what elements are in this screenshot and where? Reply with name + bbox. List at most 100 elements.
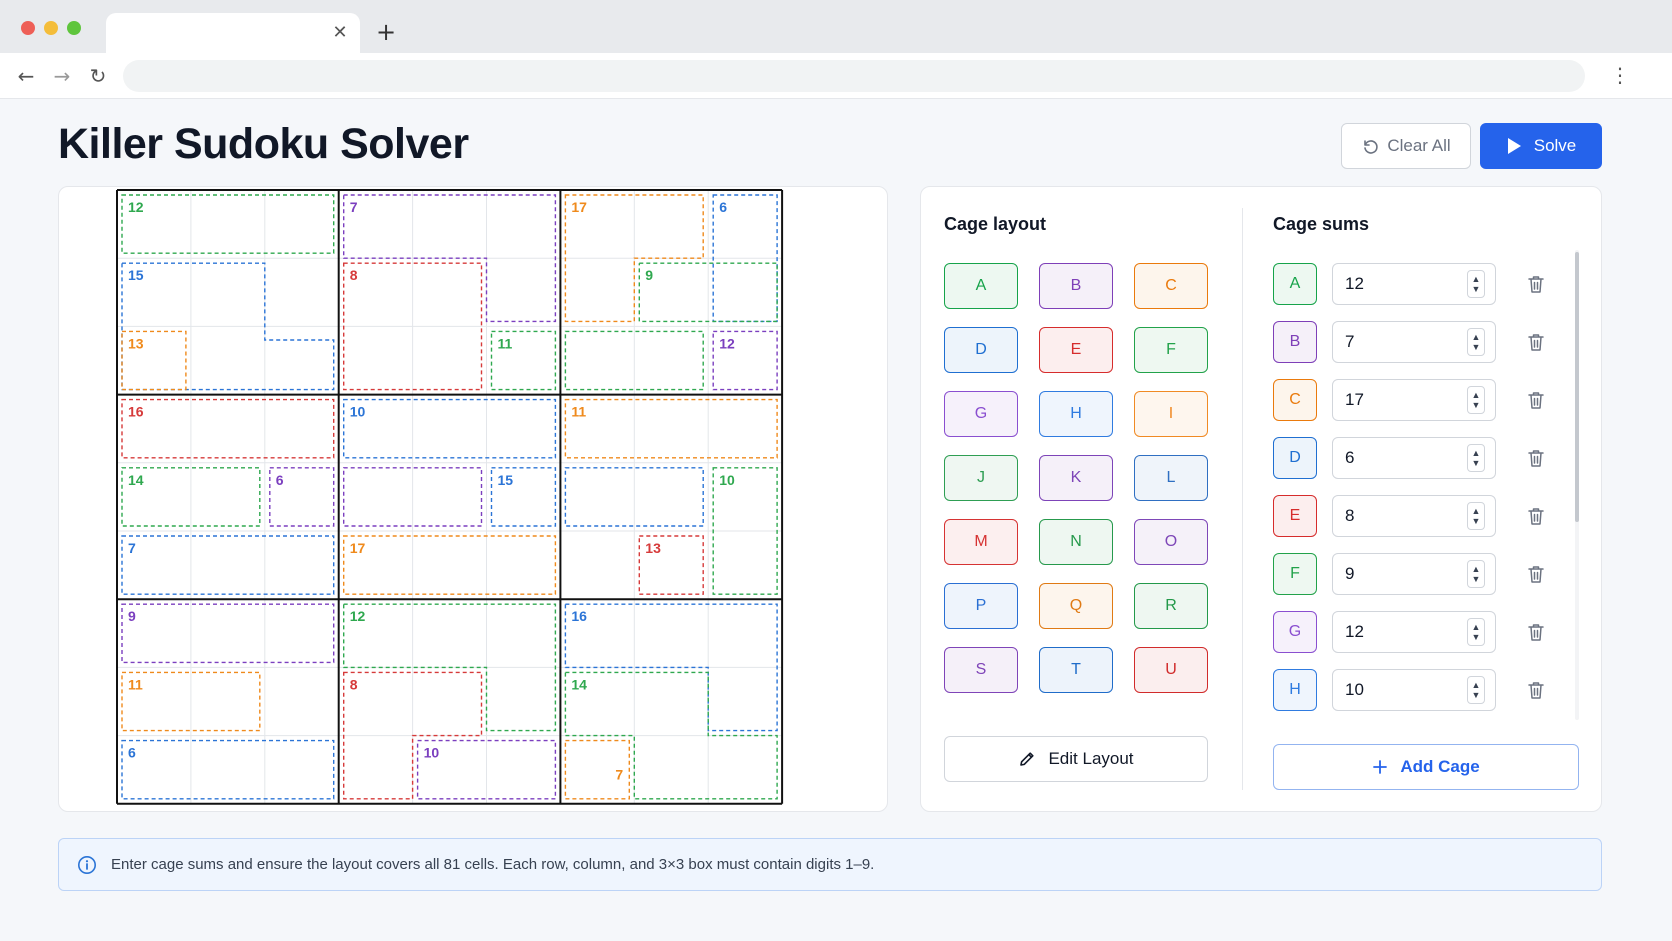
- number-stepper-icon[interactable]: ▲ ▼: [1467, 386, 1485, 414]
- clear-all-label: Clear All: [1387, 136, 1451, 155]
- solve-button[interactable]: Solve: [1480, 123, 1602, 169]
- info-banner: Enter cage sums and ensure the layout co…: [58, 838, 1602, 891]
- cage-button-h[interactable]: H: [1039, 391, 1113, 437]
- trash-icon[interactable]: [1527, 564, 1545, 584]
- cage-sum-value: 6: [1345, 448, 1355, 467]
- cage-button-o[interactable]: O: [1134, 519, 1208, 565]
- pencil-icon: [1020, 752, 1035, 766]
- cage-sum-row-b: B 7 ▲ ▼: [1273, 321, 1568, 363]
- trash-icon[interactable]: [1527, 622, 1545, 642]
- add-cage-label: Add Cage: [1400, 757, 1480, 776]
- cage-sum-label: 9: [128, 608, 136, 624]
- cage-sum-letter: G: [1273, 611, 1317, 653]
- new-tab-plus-icon[interactable]: +: [374, 20, 398, 44]
- browser-menu-icon[interactable]: ⋮: [1608, 64, 1632, 88]
- solve-label: Solve: [1533, 136, 1577, 155]
- cage-sum-row-a: A 12 ▲ ▼: [1273, 263, 1568, 305]
- killer-sudoku-board[interactable]: 12 7 17 6 15 8 9 13 11 12 16 10 11 14 6 15 10 7 17 13 9 12 16 1…: [115, 188, 828, 811]
- number-stepper-icon[interactable]: ▲ ▼: [1467, 618, 1485, 646]
- cage-button-l[interactable]: L: [1134, 455, 1208, 501]
- cage-button-i[interactable]: I: [1134, 391, 1208, 437]
- clear-all-button[interactable]: Clear All: [1341, 123, 1471, 169]
- cage-button-g[interactable]: G: [944, 391, 1018, 437]
- cage-sum-label: 13: [645, 540, 661, 556]
- number-stepper-icon[interactable]: ▲ ▼: [1467, 444, 1485, 472]
- cage-sum-label: 16: [128, 404, 144, 420]
- cage-sum-value: 12: [1345, 274, 1364, 293]
- info-text: Enter cage sums and ensure the layout co…: [111, 856, 875, 873]
- edit-layout-button[interactable]: Edit Layout: [944, 736, 1208, 782]
- cage-sum-label: 8: [350, 267, 358, 283]
- cage-sum-row-d: D 6 ▲ ▼: [1273, 437, 1568, 479]
- browser-tab[interactable]: ✕: [106, 13, 360, 53]
- cage-layout-title: Cage layout: [944, 214, 1047, 234]
- trash-icon[interactable]: [1527, 506, 1545, 526]
- cage-button-p[interactable]: P: [944, 583, 1018, 629]
- cage-button-q[interactable]: Q: [1039, 583, 1113, 629]
- cage-sum-label: 12: [128, 199, 144, 215]
- cage-button-e[interactable]: E: [1039, 327, 1113, 373]
- cage-sum-label: 11: [498, 335, 513, 351]
- info-icon: [78, 855, 96, 874]
- trash-icon[interactable]: [1527, 390, 1545, 410]
- minimize-window-dot[interactable]: [44, 21, 58, 35]
- cage-button-m[interactable]: M: [944, 519, 1018, 565]
- close-window-dot[interactable]: [21, 21, 35, 35]
- cage-button-b[interactable]: B: [1039, 263, 1113, 309]
- number-stepper-icon[interactable]: ▲ ▼: [1467, 502, 1485, 530]
- reload-icon[interactable]: ↻: [86, 64, 110, 88]
- cage-sum-label: 7: [615, 767, 623, 783]
- undo-icon: [1364, 140, 1379, 154]
- cage-sum-input[interactable]: 8 ▲ ▼: [1332, 495, 1496, 537]
- cage-button-a[interactable]: A: [944, 263, 1018, 309]
- cage-button-s[interactable]: S: [944, 647, 1018, 693]
- cage-sum-input[interactable]: 6 ▲ ▼: [1332, 437, 1496, 479]
- cage-sum-label: 14: [128, 472, 144, 488]
- trash-icon[interactable]: [1527, 680, 1545, 700]
- cage-button-u[interactable]: U: [1134, 647, 1208, 693]
- cage-sum-letter: B: [1273, 321, 1317, 363]
- maximize-window-dot[interactable]: [67, 21, 81, 35]
- cage-button-d[interactable]: D: [944, 327, 1018, 373]
- cage-button-j[interactable]: J: [944, 455, 1018, 501]
- browser-titlebar: ✕ +: [0, 0, 1672, 53]
- trash-icon[interactable]: [1527, 274, 1545, 294]
- cage-sum-label: 11: [128, 676, 143, 692]
- cage-button-r[interactable]: R: [1134, 583, 1208, 629]
- cage-sum-value: 17: [1345, 390, 1364, 409]
- cage-sum-value: 12: [1345, 622, 1364, 641]
- sums-scrollbar-thumb[interactable]: [1575, 252, 1579, 522]
- cage-sum-label: 8: [350, 676, 358, 692]
- number-stepper-icon[interactable]: ▲ ▼: [1467, 560, 1485, 588]
- back-arrow-icon[interactable]: ←: [14, 64, 38, 88]
- tab-close-icon[interactable]: ✕: [330, 22, 350, 42]
- cage-sum-letter: F: [1273, 553, 1317, 595]
- cage-sum-label: 12: [350, 608, 366, 624]
- cage-sum-input[interactable]: 10 ▲ ▼: [1332, 669, 1496, 711]
- number-stepper-icon[interactable]: ▲ ▼: [1467, 328, 1485, 356]
- play-icon: [1507, 138, 1521, 154]
- number-stepper-icon[interactable]: ▲ ▼: [1467, 676, 1485, 704]
- cage-sum-input[interactable]: 12 ▲ ▼: [1332, 263, 1496, 305]
- cage-sum-label: 7: [128, 540, 136, 556]
- cage-sum-input[interactable]: 7 ▲ ▼: [1332, 321, 1496, 363]
- forward-arrow-icon[interactable]: →: [50, 64, 74, 88]
- browser-navbar: ← → ↻ ⋮: [0, 53, 1672, 99]
- cage-button-f[interactable]: F: [1134, 327, 1208, 373]
- cage-sum-input[interactable]: 17 ▲ ▼: [1332, 379, 1496, 421]
- cage-sum-input[interactable]: 12 ▲ ▼: [1332, 611, 1496, 653]
- add-cage-button[interactable]: Add Cage: [1273, 744, 1579, 790]
- cage-button-c[interactable]: C: [1134, 263, 1208, 309]
- trash-icon[interactable]: [1527, 448, 1545, 468]
- number-stepper-icon[interactable]: ▲ ▼: [1467, 270, 1485, 298]
- cage-sum-label: 16: [571, 608, 587, 624]
- cage-sum-label: 10: [350, 404, 366, 420]
- cage-button-t[interactable]: T: [1039, 647, 1113, 693]
- cage-sum-input[interactable]: 9 ▲ ▼: [1332, 553, 1496, 595]
- cage-sum-row-g: G 12 ▲ ▼: [1273, 611, 1568, 653]
- address-bar[interactable]: [123, 60, 1585, 92]
- trash-icon[interactable]: [1527, 332, 1545, 352]
- cage-button-n[interactable]: N: [1039, 519, 1113, 565]
- cage-sum-row-e: E 8 ▲ ▼: [1273, 495, 1568, 537]
- cage-button-k[interactable]: K: [1039, 455, 1113, 501]
